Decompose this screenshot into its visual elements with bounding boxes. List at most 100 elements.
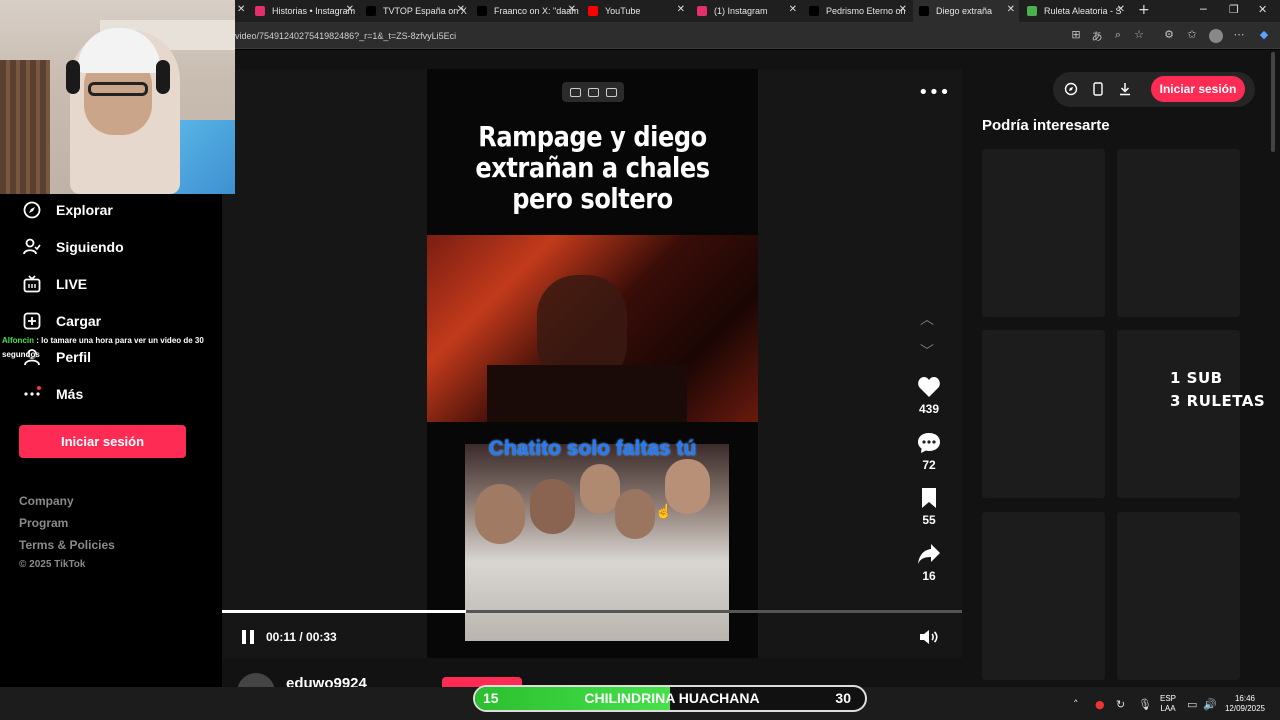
translate-icon[interactable]: あ [1090, 28, 1104, 43]
tray-network-app-icon[interactable]: ↻ [1116, 698, 1125, 711]
login-button[interactable]: Iniciar sesión [19, 425, 186, 458]
microphone-icon[interactable]: 🎙 [1138, 698, 1152, 711]
recommendation-tile[interactable] [1117, 330, 1240, 498]
explore-icon[interactable] [1064, 82, 1078, 101]
footer-link-company[interactable]: Company [19, 494, 74, 508]
recommendations-title: Podría interesarte [982, 117, 1110, 134]
video-mini-controls[interactable] [562, 82, 624, 102]
sidebar-item-siguiendo[interactable]: Siguiendo [22, 237, 124, 257]
clock-time: 16:46 [1234, 694, 1256, 703]
close-tab-icon[interactable]: ✕ [457, 4, 465, 15]
restore-button[interactable]: ❐ [1229, 3, 1239, 16]
speaker-icon[interactable]: 🔊 [1203, 698, 1217, 711]
webcam-overlay [0, 0, 235, 194]
comment-count: 72 [922, 458, 936, 472]
previous-video-icon[interactable]: ︿ [920, 309, 934, 329]
close-tab-icon[interactable]: ✕ [789, 4, 797, 15]
browser-tab[interactable]: Ruleta Aleatoria - S ✕ [1021, 0, 1129, 22]
favorite-star-icon[interactable]: ☆ [1132, 28, 1146, 42]
browser-tab[interactable]: Fraanco on X: "daam ✕ [471, 0, 580, 22]
sidebar-item-mas[interactable]: Más [22, 384, 83, 404]
more-menu-icon[interactable]: ⋯ [1232, 28, 1246, 42]
app-icon[interactable]: ⊞ [1069, 28, 1083, 42]
wheel-icon [1027, 6, 1037, 16]
x-icon [477, 6, 487, 16]
save-count: 55 [922, 513, 936, 527]
sidebar-item-cargar[interactable]: Cargar [22, 311, 101, 331]
browser-tab[interactable]: (1) Instagram ✕ [691, 0, 801, 22]
url-field[interactable]: video/7549124027541982486?_r=1&_t=ZS-8zf… [235, 31, 456, 41]
minimize-button[interactable]: ─ [1200, 3, 1207, 16]
display-icon[interactable]: ▭ [1187, 698, 1197, 711]
mobile-app-icon[interactable] [1092, 82, 1104, 101]
video-player[interactable]: Rampage y diego extrañan a chales pero s… [427, 69, 758, 658]
sidebar-item-explorar[interactable]: Explorar [22, 200, 113, 220]
close-tab-icon[interactable]: ✕ [899, 4, 907, 15]
volume-button[interactable] [919, 629, 939, 650]
recommendation-tile[interactable] [1117, 149, 1240, 317]
screen-icon[interactable] [587, 87, 599, 97]
sidebar-item-label: Explorar [56, 202, 113, 218]
extension-icon[interactable]: ⚙ [1162, 28, 1176, 42]
youtube-icon [588, 6, 598, 16]
comment-button[interactable]: 72 [908, 432, 950, 472]
copilot-icon[interactable]: ◆ [1257, 28, 1271, 42]
browser-tab[interactable]: Historias • Instagram ✕ [249, 0, 358, 22]
close-tab-icon[interactable]: ✕ [1007, 4, 1015, 15]
new-tab-button[interactable]: + [1138, 2, 1150, 18]
tray-app-icon[interactable]: ● [1095, 698, 1105, 711]
heart-icon [918, 377, 940, 397]
close-tab-icon[interactable]: ✕ [568, 4, 576, 15]
profile-avatar-icon[interactable] [1209, 29, 1223, 43]
taskbar-clock[interactable]: 16:46 12/09/2025 [1222, 694, 1268, 714]
recommendation-tile[interactable] [982, 512, 1105, 680]
page-scrollbar[interactable] [1271, 52, 1275, 152]
tiktok-icon [919, 6, 929, 16]
tray-overflow-icon[interactable]: ˄ [1073, 698, 1079, 711]
video-frame-top [427, 235, 758, 422]
roulette-progress-bar: 15 CHILINDRINA HUACHANA 30 [473, 685, 867, 712]
share-button[interactable]: 16 [908, 543, 950, 583]
recommendation-tile[interactable] [982, 149, 1105, 317]
favorites-icon[interactable]: ✩ [1185, 28, 1199, 42]
zoom-icon[interactable]: ⌕ [1111, 28, 1125, 42]
recommendation-tile[interactable] [982, 330, 1105, 498]
x-icon [366, 6, 376, 16]
browser-tab[interactable]: TVTOP España on X ✕ [360, 0, 469, 22]
sidebar-item-live[interactable]: LIVE [22, 274, 87, 294]
translate-icon[interactable] [605, 87, 617, 97]
browser-tab[interactable]: Diego extraña ✕ [913, 0, 1019, 22]
compass-icon [22, 200, 42, 220]
video-progress-bar[interactable] [222, 610, 962, 613]
overlay-line-1: 1 SUB [1170, 369, 1223, 387]
footer-link-terms[interactable]: Terms & Policies [19, 538, 115, 552]
close-tab-icon[interactable]: ✕ [346, 4, 354, 15]
pip-icon[interactable] [569, 87, 581, 97]
pause-button[interactable] [241, 629, 255, 650]
recommendation-tile[interactable] [1117, 512, 1240, 680]
next-video-icon[interactable]: ﹀ [920, 341, 934, 361]
save-button[interactable]: 55 [908, 487, 950, 527]
window-close-button[interactable]: ✕ [1258, 3, 1267, 16]
footer-link-program[interactable]: Program [19, 516, 68, 530]
close-tab-icon[interactable]: ✕ [677, 4, 685, 15]
video-progress-fill [222, 610, 467, 613]
more-options-icon[interactable]: ••• [918, 82, 950, 103]
close-tab-icon[interactable]: ✕ [1117, 4, 1125, 15]
author-avatar[interactable] [237, 673, 275, 687]
copyright: © 2025 TikTok [19, 559, 86, 570]
bookmark-icon [922, 488, 936, 508]
roulette-label: CHILINDRINA HUACHANA [584, 690, 760, 706]
author-name[interactable]: eduwo9924 [286, 675, 367, 687]
like-button[interactable]: 439 [908, 376, 950, 416]
video-caption-text: Chatito solo faltas tú [488, 437, 697, 460]
browser-tab[interactable]: YouTube ✕ [582, 0, 689, 22]
close-icon[interactable]: ✕ [237, 4, 245, 15]
screen: ✕ Historias • Instagram ✕ TVTOP España on … [0, 0, 1280, 720]
language-indicator[interactable]: ESP LAA [1160, 694, 1176, 714]
browser-tab[interactable]: Pedrismo Eterno on ✕ [803, 0, 911, 22]
top-login-button[interactable]: Iniciar sesión [1151, 76, 1245, 102]
share-count: 16 [922, 569, 936, 583]
video-title-text: Rampage y diego extrañan a chales pero s… [475, 120, 710, 215]
download-icon[interactable] [1118, 82, 1132, 101]
